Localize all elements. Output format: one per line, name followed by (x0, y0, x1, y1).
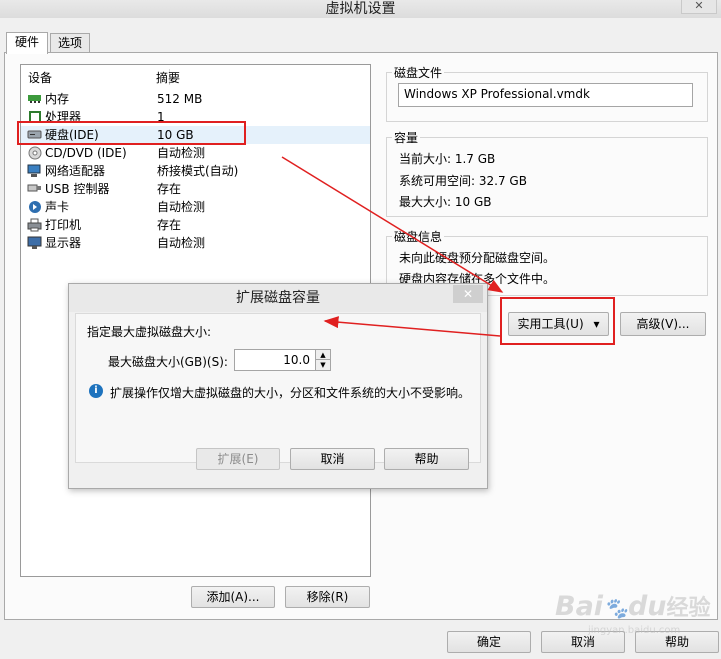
watermark-url: jingyan.baidu.com (588, 625, 681, 636)
arrow-disk-to-utilities (281, 156, 504, 293)
annotation-arrows (281, 156, 504, 337)
paw-icon: 🐾 (603, 596, 628, 620)
tab-hardware[interactable]: 硬件 (6, 32, 48, 54)
watermark-suffix: 经验 (666, 596, 711, 621)
watermark-brand-2: du (627, 591, 667, 622)
watermark-brand: Bai (555, 591, 604, 622)
watermark-logo: Bai🐾du经验 (555, 590, 711, 622)
arrow-utilities-to-dialog (323, 316, 501, 337)
